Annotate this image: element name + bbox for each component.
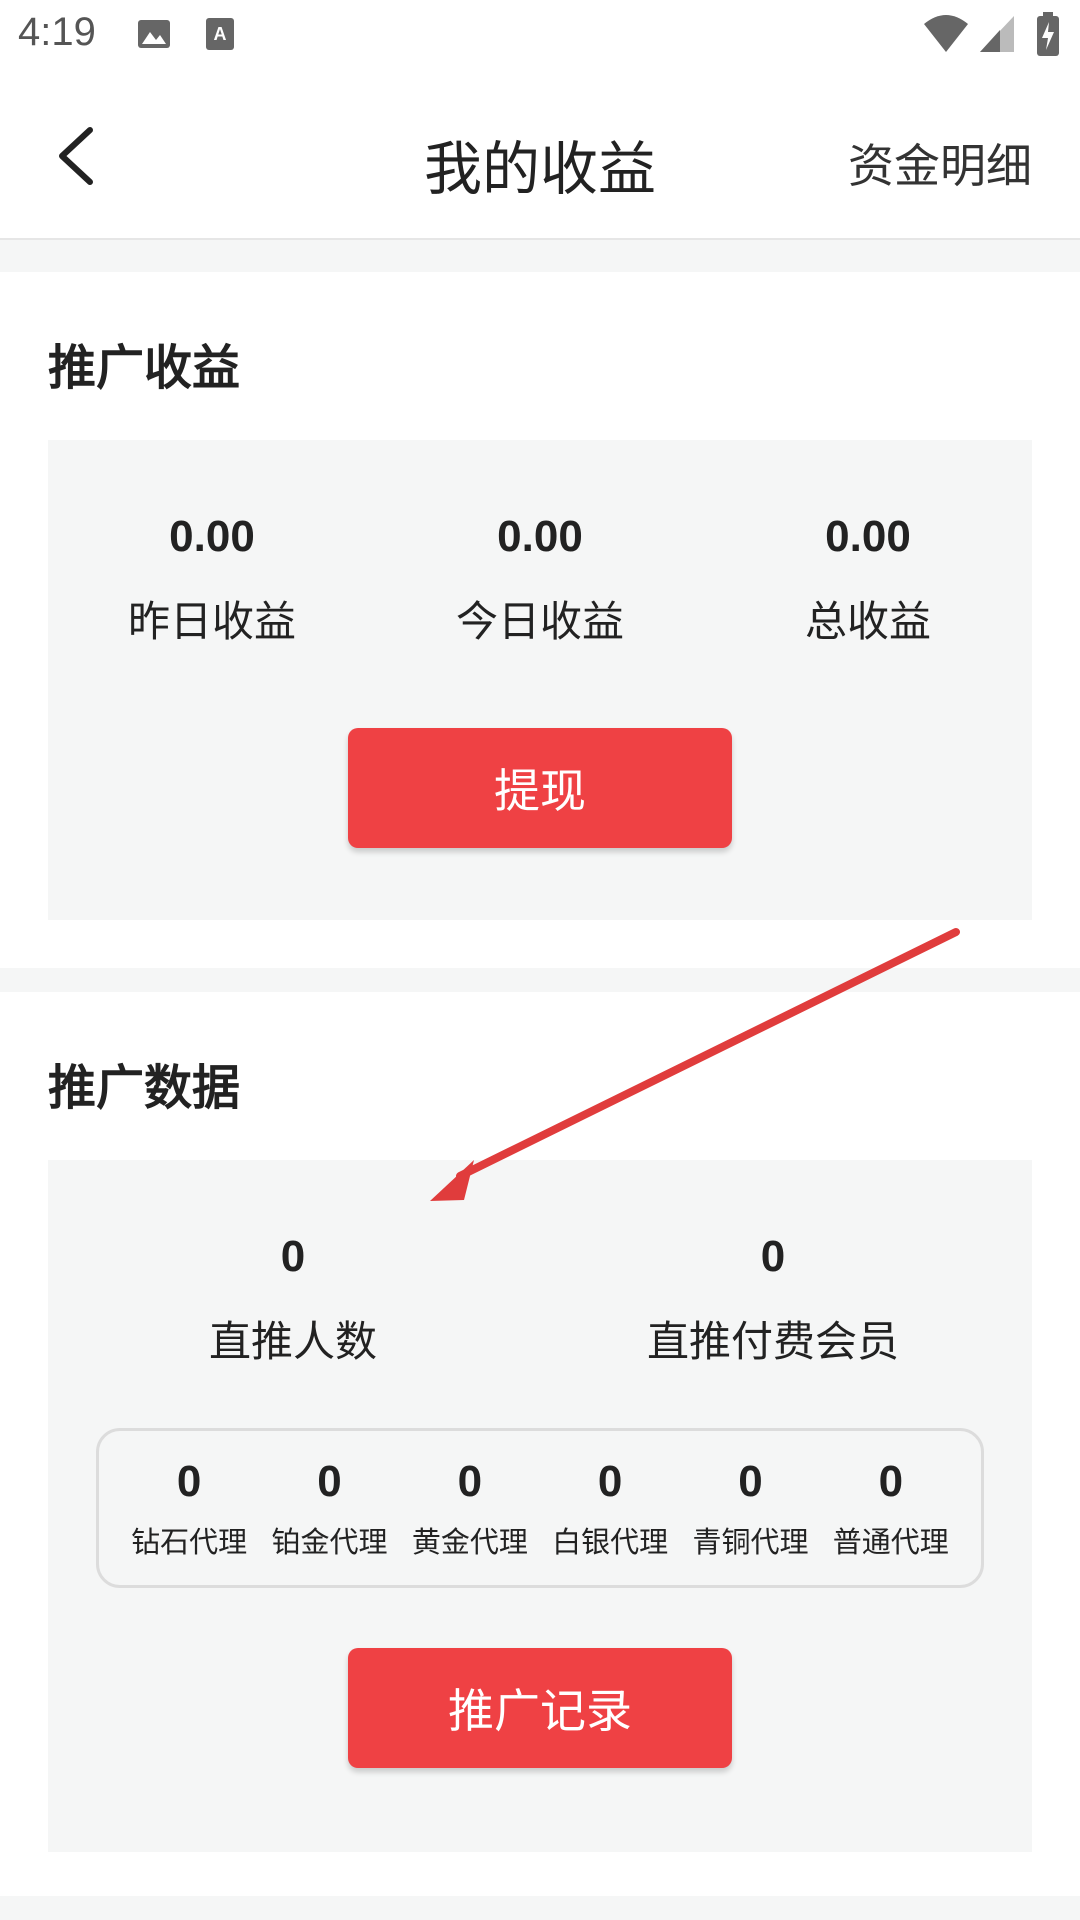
stat-direct-paid: 0 直推付费会员 — [608, 1232, 938, 1369]
promo-panel: 0 直推人数 0 直推付费会员 0 钻石代理 0 铂金代理 0 黄金代理 0 白… — [48, 1160, 1032, 1852]
level-value: 0 — [597, 1457, 623, 1506]
stat-label: 直推付费会员 — [646, 1317, 899, 1366]
level-gold: 0 黄金代理 — [400, 1431, 540, 1585]
image-icon — [138, 20, 170, 48]
level-label: 铂金代理 — [271, 1525, 388, 1559]
level-bronze: 0 青铜代理 — [680, 1431, 820, 1585]
nav-bar: 我的收益 资金明细 — [0, 72, 1080, 240]
level-diamond: 0 钻石代理 — [119, 1431, 259, 1585]
stat-value: 0.00 — [825, 512, 911, 561]
stat-value: 0 — [760, 1232, 786, 1281]
signal-icon — [980, 16, 1014, 52]
promo-records-button[interactable]: 推广记录 — [348, 1648, 732, 1768]
keyboard-icon: A — [206, 18, 234, 50]
earnings-section: 推广收益 0.00 昨日收益 0.00 今日收益 0.00 总收益 提现 — [0, 272, 1080, 968]
promo-title: 推广数据 — [48, 1060, 241, 1116]
battery-icon — [1037, 12, 1059, 56]
stat-value: 0.00 — [169, 512, 255, 561]
promo-section: 推广数据 0 直推人数 0 直推付费会员 0 钻石代理 0 铂金代理 0 黄金代… — [0, 992, 1080, 1896]
stat-value: 0 — [280, 1232, 306, 1281]
level-value: 0 — [317, 1457, 342, 1506]
level-value: 0 — [176, 1457, 202, 1506]
wifi-icon — [924, 15, 968, 52]
level-value: 0 — [457, 1457, 483, 1506]
stat-today: 0.00 今日收益 — [408, 512, 672, 649]
level-label: 钻石代理 — [131, 1525, 248, 1559]
level-label: 白银代理 — [552, 1525, 669, 1559]
level-normal: 0 普通代理 — [821, 1431, 961, 1585]
level-value: 0 — [878, 1457, 904, 1506]
stat-direct-count: 0 直推人数 — [128, 1232, 458, 1369]
fund-details-link[interactable]: 资金明细 — [848, 130, 1032, 196]
level-label: 青铜代理 — [692, 1525, 809, 1559]
stat-value: 0.00 — [497, 512, 583, 561]
earnings-title: 推广收益 — [48, 340, 241, 396]
level-value: 0 — [738, 1457, 763, 1506]
stat-total: 0.00 总收益 — [736, 512, 1000, 649]
level-platinum: 0 铂金代理 — [259, 1431, 399, 1585]
level-label: 黄金代理 — [411, 1525, 528, 1559]
withdraw-button[interactable]: 提现 — [348, 728, 732, 848]
level-label: 普通代理 — [832, 1525, 949, 1559]
stat-label: 昨日收益 — [127, 597, 296, 646]
level-silver: 0 白银代理 — [540, 1431, 680, 1585]
agent-levels: 0 钻石代理 0 铂金代理 0 黄金代理 0 白银代理 0 青铜代理 0 普通代… — [96, 1428, 984, 1588]
svg-text:A: A — [214, 24, 227, 44]
stat-yesterday: 0.00 昨日收益 — [80, 512, 344, 649]
stat-label: 总收益 — [804, 597, 931, 646]
stat-label: 今日收益 — [455, 597, 624, 646]
status-time: 4:19 — [18, 10, 96, 54]
earnings-panel: 0.00 昨日收益 0.00 今日收益 0.00 总收益 提现 — [48, 440, 1032, 920]
stat-label: 直推人数 — [208, 1317, 377, 1366]
status-bar: 4:19 A — [0, 0, 1080, 72]
